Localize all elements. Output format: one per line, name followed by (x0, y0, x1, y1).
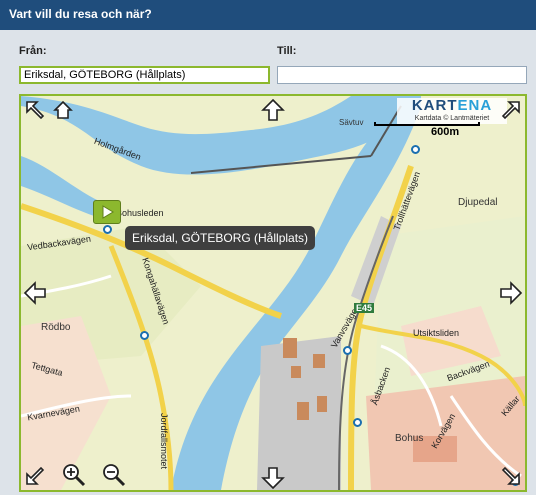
stop-tooltip: Eriksdal, GÖTEBORG (Hållplats) (125, 226, 316, 250)
pan-northwest-icon[interactable] (23, 98, 47, 122)
pan-east-icon[interactable] (499, 281, 523, 305)
play-icon (102, 205, 114, 219)
stop-marker[interactable] (103, 225, 112, 234)
header-bar: Vart vill du resa och när? (0, 0, 536, 30)
pan-north-icon[interactable] (261, 98, 285, 122)
map-logo: KARTENA Kartdata © Lantmäteriet (397, 98, 507, 124)
home-icon[interactable] (51, 98, 75, 122)
pan-southwest-icon[interactable] (23, 464, 47, 488)
place-label: Djupedal (458, 197, 498, 208)
zoom-out-icon[interactable] (101, 462, 126, 487)
road-label: Jordfallsmotet (159, 412, 170, 470)
pan-northeast-icon[interactable] (499, 98, 523, 122)
place-label: Sävtuv (339, 118, 364, 127)
stop-marker[interactable] (343, 346, 352, 355)
stop-marker[interactable] (353, 418, 362, 427)
from-input[interactable] (19, 66, 270, 84)
stop-marker[interactable] (140, 331, 149, 340)
pan-southeast-icon[interactable] (499, 464, 523, 488)
from-label: Från: (19, 45, 47, 57)
stop-marker[interactable] (411, 145, 420, 154)
road-label: Utsiktsliden (413, 328, 460, 338)
scale-label: 600m (431, 126, 460, 138)
selected-stop-pin[interactable] (93, 200, 121, 224)
to-label: Till: (277, 45, 297, 57)
page-title: Vart vill du resa och när? (9, 7, 152, 21)
pan-south-icon[interactable] (261, 466, 285, 490)
to-input[interactable] (277, 66, 527, 84)
map-canvas[interactable] (21, 96, 525, 490)
map-view[interactable]: KARTENA Kartdata © Lantmäteriet 600m Dju… (19, 94, 527, 492)
logo-text: KARTENA (411, 97, 493, 114)
route-marker: E45 (354, 303, 375, 313)
road-label: Bohusleden (116, 208, 164, 218)
pan-west-icon[interactable] (23, 281, 47, 305)
scale-bar (374, 122, 480, 126)
place-label: Bohus (395, 433, 424, 444)
zoom-in-icon[interactable] (61, 462, 86, 487)
place-label: Rödbo (41, 322, 71, 333)
